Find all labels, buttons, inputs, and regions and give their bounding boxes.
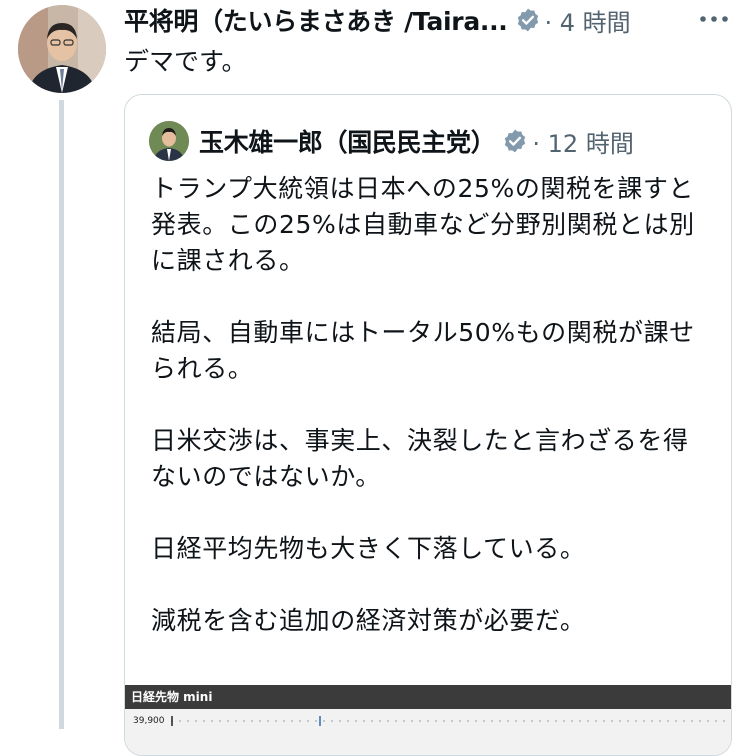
more-options-icon[interactable] [697, 6, 731, 32]
quoted-paragraph: 減税を含む追加の経済対策が必要だ。 [151, 606, 586, 635]
chart-title: 日経先物 mini [125, 685, 731, 709]
tweet-timestamp[interactable]: · 4 時間 [545, 3, 631, 38]
tweet-text: デマです。 [124, 47, 247, 76]
quoted-author-name[interactable]: 玉木雄一郎（国民民主党） [199, 123, 496, 159]
quoted-paragraph: 日米交渉は、事実上、決裂したと言わざるを得ないのではないか。 [151, 426, 689, 491]
chart-gridline [171, 716, 725, 726]
quoted-verified-badge-icon [502, 128, 528, 154]
quoted-tweet-body: トランプ大統領は日本への25%の関税を課すと発表。この25%は自動車など分野別関… [151, 171, 711, 675]
thread-connector-line [59, 100, 64, 729]
tweet-header: 平将明（たいらまさあき /Taira... · 4 時間 [124, 2, 631, 38]
quoted-paragraph: トランプ大統領は日本への25%の関税を課すと発表。この25%は自動車など分野別関… [151, 174, 695, 275]
quoted-paragraph: 日経平均先物も大きく下落している。 [151, 534, 586, 563]
verified-badge-icon [515, 7, 541, 33]
author-avatar[interactable] [18, 5, 106, 93]
quoted-tweet-card[interactable]: 玉木雄一郎（国民民主党） · 12 時間 トランプ大統領は日本への25%の関税を… [124, 94, 732, 756]
quoted-tweet-header: 玉木雄一郎（国民民主党） · 12 時間 [149, 121, 634, 161]
author-name[interactable]: 平将明（たいらまさあき /Taira... [124, 2, 508, 38]
quoted-paragraph: 結局、自動車にはトータル50%もの関税が課せられる。 [151, 318, 695, 383]
quoted-author-avatar [149, 121, 189, 161]
quoted-tweet-timestamp[interactable]: · 12 時間 [532, 124, 633, 159]
quoted-media-chart-image[interactable]: 日経先物 mini 39,900 [125, 685, 731, 755]
